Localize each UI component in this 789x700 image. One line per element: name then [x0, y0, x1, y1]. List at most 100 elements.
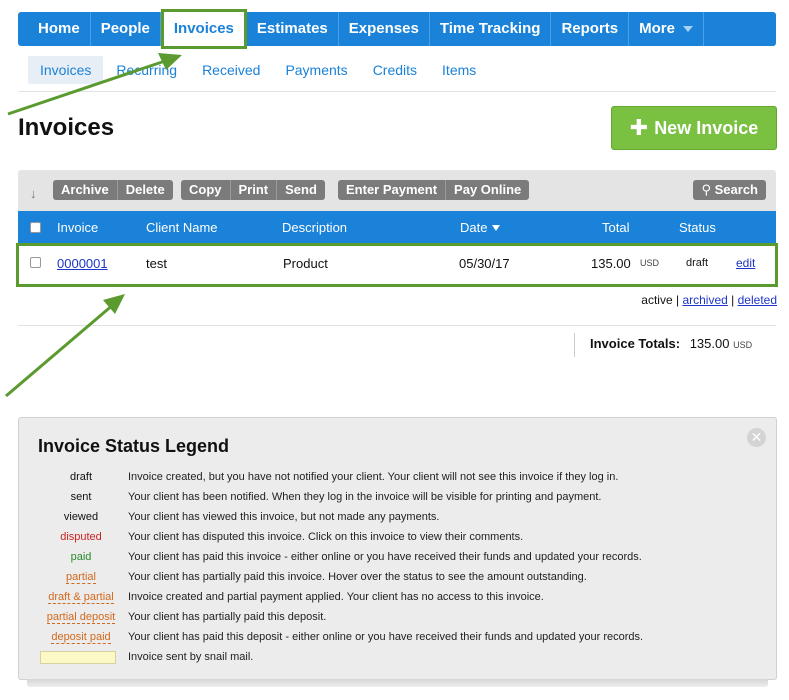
col-client-name[interactable]: Client Name: [146, 220, 218, 235]
col-invoice[interactable]: Invoice: [57, 220, 98, 235]
divider: [18, 325, 776, 326]
legend-term: partial deposit: [46, 611, 116, 624]
status-legend-panel: Invoice Status Legend ✕ draft Invoice cr…: [18, 417, 777, 687]
payment-group: Enter Payment Pay Online: [338, 180, 530, 200]
edit-link[interactable]: edit: [736, 256, 755, 270]
subnav-credits[interactable]: Credits: [361, 56, 429, 84]
nav-estimates[interactable]: Estimates: [247, 12, 339, 46]
table-row: 0000001 test Product 05/30/17 135.00 USD…: [16, 243, 778, 287]
invoice-total: 135.00: [591, 256, 631, 271]
enter-payment-button[interactable]: Enter Payment: [338, 180, 447, 200]
legend-term: deposit paid: [51, 631, 111, 644]
legend-term: partial: [66, 571, 96, 584]
sort-desc-icon: [492, 225, 501, 231]
filter-active: active: [641, 293, 673, 307]
filter-deleted-link[interactable]: deleted: [738, 293, 777, 307]
arrow-to-invoice-row: [5, 294, 125, 398]
snail-mail-swatch: [40, 651, 116, 664]
legend-term: draft & partial: [48, 591, 114, 604]
search-button[interactable]: ⚲ Search: [693, 180, 766, 200]
legend-desc: Your client has viewed this invoice, but…: [128, 511, 440, 523]
legend-item: Invoice sent by snail mail.: [19, 651, 776, 671]
nav-expenses[interactable]: Expenses: [339, 12, 430, 46]
archive-delete-group: Archive Delete: [53, 180, 173, 200]
search-label: Search: [714, 182, 758, 197]
delete-button[interactable]: Delete: [117, 180, 173, 200]
currency-label: USD: [640, 258, 660, 268]
nav-invoices[interactable]: Invoices: [160, 9, 247, 49]
close-icon[interactable]: ✕: [747, 428, 766, 447]
invoice-date: 05/30/17: [459, 256, 510, 271]
divider: [18, 91, 776, 92]
legend-item: partial deposit Your client has partiall…: [19, 611, 776, 631]
nav-reports[interactable]: Reports: [551, 12, 630, 46]
nav-home[interactable]: Home: [18, 12, 91, 46]
legend-desc: Your client has partially paid this depo…: [128, 611, 327, 623]
page-title: Invoices: [18, 114, 115, 141]
print-button[interactable]: Print: [230, 180, 278, 200]
send-button[interactable]: Send: [277, 180, 325, 200]
nav-time-tracking[interactable]: Time Tracking: [430, 12, 552, 46]
legend-desc: Invoice created and partial payment appl…: [128, 591, 544, 603]
legend-item: disputed Your client has disputed this i…: [19, 531, 776, 551]
totals-label: Invoice Totals:: [590, 336, 681, 351]
pay-online-button[interactable]: Pay Online: [446, 180, 530, 200]
filter-separator: |: [675, 293, 680, 307]
description: Product: [283, 256, 328, 271]
archive-button[interactable]: Archive: [53, 180, 118, 200]
totals-currency: USD: [733, 340, 753, 350]
copy-button[interactable]: Copy: [181, 180, 231, 200]
legend-title: Invoice Status Legend: [38, 436, 230, 456]
subnav-items[interactable]: Items: [430, 56, 488, 84]
nav-people[interactable]: People: [91, 12, 161, 46]
subnav-received[interactable]: Received: [190, 56, 272, 84]
legend-item: sent Your client has been notified. When…: [19, 491, 776, 511]
legend-term: paid: [70, 551, 92, 563]
legend-item: draft & partial Invoice created and part…: [19, 591, 776, 611]
col-status[interactable]: Status: [679, 220, 716, 235]
legend-item: viewed Your client has viewed this invoi…: [19, 511, 776, 531]
legend-desc: Your client has paid this invoice - eith…: [128, 551, 642, 563]
panel-shadow: [27, 679, 768, 687]
filter-separator: |: [731, 293, 735, 307]
invoice-number-link[interactable]: 0000001: [57, 256, 108, 271]
col-description[interactable]: Description: [282, 220, 347, 235]
legend-term: draft: [69, 471, 92, 483]
subnav-recurring[interactable]: Recurring: [104, 56, 189, 84]
col-date[interactable]: Date: [460, 220, 501, 235]
filter-archived-link[interactable]: archived: [682, 293, 727, 307]
select-all-checkbox[interactable]: [30, 222, 41, 233]
legend-term: disputed: [60, 531, 102, 543]
legend-desc: Your client has been notified. When they…: [128, 491, 602, 503]
invoice-toolbar: ↓ Archive Delete Copy Print Send Enter P…: [18, 170, 776, 211]
plus-icon: ✚: [629, 115, 649, 140]
legend-item: draft Invoice created, but you have not …: [19, 471, 776, 491]
copy-print-send-group: Copy Print Send: [181, 180, 325, 200]
legend-desc: Your client has paid this deposit - eith…: [128, 631, 644, 643]
legend-item: partial Your client has partially paid t…: [19, 571, 776, 591]
new-invoice-button[interactable]: ✚ New Invoice: [611, 106, 777, 150]
search-icon: ⚲: [701, 182, 711, 197]
totals-value: 135.00: [689, 336, 730, 351]
subnav-invoices[interactable]: Invoices: [28, 56, 104, 84]
legend-item: deposit paid Your client has paid this d…: [19, 631, 776, 651]
legend-desc: Invoice created, but you have not notifi…: [128, 471, 619, 483]
table-header: Invoice Client Name Description Date Tot…: [18, 211, 776, 243]
client-name: test: [146, 256, 167, 271]
arrow-down-icon: ↓: [30, 186, 37, 201]
legend-term: sent: [70, 491, 92, 503]
invoice-totals: Invoice Totals: 135.00 USD: [574, 333, 752, 357]
subnav-payments[interactable]: Payments: [273, 56, 359, 84]
sub-navigation: Invoices Recurring Received Payments Cre…: [28, 56, 489, 84]
status-badge: draft: [686, 257, 709, 269]
row-checkbox[interactable]: [30, 257, 41, 268]
col-total[interactable]: Total: [602, 220, 629, 235]
legend-item: paid Your client has paid this invoice -…: [19, 551, 776, 571]
top-navigation: Home People Invoices Estimates Expenses …: [18, 9, 776, 49]
legend-desc: Your client has disputed this invoice. C…: [128, 531, 524, 543]
legend-desc: Invoice sent by snail mail.: [128, 651, 254, 663]
legend-desc: Your client has partially paid this invo…: [128, 571, 587, 583]
nav-more[interactable]: More: [629, 12, 704, 46]
new-invoice-label: New Invoice: [654, 118, 759, 138]
status-filters: active | archived | deleted: [641, 293, 777, 307]
